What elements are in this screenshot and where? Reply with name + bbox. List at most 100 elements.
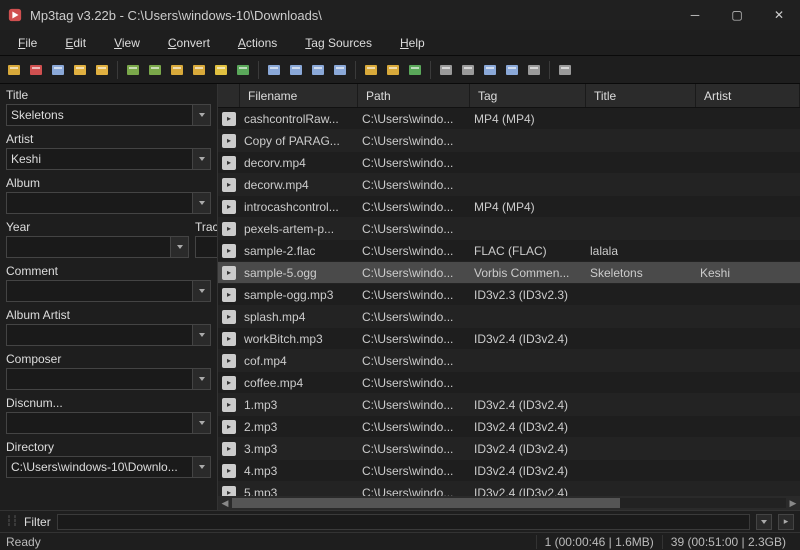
input-album[interactable] bbox=[6, 192, 193, 214]
table-row[interactable]: sample-2.flacC:\Users\windo...FLAC (FLAC… bbox=[218, 240, 800, 262]
window-minimize-button[interactable]: ─ bbox=[674, 0, 716, 30]
col-title[interactable]: Title bbox=[586, 84, 696, 107]
input-comment[interactable] bbox=[6, 280, 193, 302]
table-row[interactable]: introcashcontrol...C:\Users\windo...MP4 … bbox=[218, 196, 800, 218]
table-row[interactable]: 1.mp3C:\Users\windo...ID3v2.4 (ID3v2.4) bbox=[218, 394, 800, 416]
undo-icon[interactable] bbox=[70, 60, 90, 80]
dropdown-directory[interactable] bbox=[193, 456, 211, 478]
col-artist[interactable]: Artist bbox=[696, 84, 800, 107]
table-row[interactable]: 2.mp3C:\Users\windo...ID3v2.4 (ID3v2.4) bbox=[218, 416, 800, 438]
menu-convert[interactable]: Convert bbox=[156, 33, 222, 53]
scroll-track[interactable] bbox=[232, 498, 786, 508]
input-directory[interactable] bbox=[6, 456, 193, 478]
copy-icon[interactable] bbox=[436, 60, 456, 80]
menu-file[interactable]: File bbox=[6, 33, 49, 53]
table-row[interactable]: 4.mp3C:\Users\windo...ID3v2.4 (ID3v2.4) bbox=[218, 460, 800, 482]
cell-title bbox=[586, 139, 696, 143]
dropdown-year[interactable] bbox=[171, 236, 189, 258]
table-row[interactable]: pexels-artem-p...C:\Users\windo... bbox=[218, 218, 800, 240]
remove-tag-icon[interactable] bbox=[524, 60, 544, 80]
filter-grip-icon[interactable]: ┆┆ bbox=[6, 516, 18, 527]
action-quick-icon[interactable] bbox=[383, 60, 403, 80]
cell-tag: ID3v2.4 (ID3v2.4) bbox=[470, 484, 586, 497]
menu-actions[interactable]: Actions bbox=[226, 33, 289, 53]
tag-panel: TitleArtistAlbumYearTrackGenreCommentAlb… bbox=[0, 84, 218, 510]
dropdown-composer[interactable] bbox=[193, 368, 211, 390]
col-path[interactable]: Path bbox=[358, 84, 470, 107]
table-row[interactable]: 3.mp3C:\Users\windo...ID3v2.4 (ID3v2.4) bbox=[218, 438, 800, 460]
autonumber-icon[interactable] bbox=[405, 60, 425, 80]
favorite-icon[interactable] bbox=[211, 60, 231, 80]
dropdown-album[interactable] bbox=[193, 192, 211, 214]
scroll-left-icon[interactable]: ◀ bbox=[218, 496, 232, 510]
table-row[interactable]: splash.mp4C:\Users\windo... bbox=[218, 306, 800, 328]
table-row[interactable]: sample-5.oggC:\Users\windo...Vorbis Comm… bbox=[218, 262, 800, 284]
save-all-icon[interactable] bbox=[145, 60, 165, 80]
file-to-tag-icon[interactable] bbox=[308, 60, 328, 80]
cell-path: C:\Users\windo... bbox=[358, 418, 470, 436]
window-maximize-button[interactable]: ▢ bbox=[716, 0, 758, 30]
dropdown-comment[interactable] bbox=[193, 280, 211, 302]
table-row[interactable]: coffee.mp4C:\Users\windo... bbox=[218, 372, 800, 394]
paste-tag-icon[interactable] bbox=[502, 60, 522, 80]
paste-icon[interactable] bbox=[458, 60, 478, 80]
table-row[interactable]: workBitch.mp3C:\Users\windo...ID3v2.4 (I… bbox=[218, 328, 800, 350]
menu-edit[interactable]: Edit bbox=[53, 33, 98, 53]
cell-filename: cashcontrolRaw... bbox=[240, 110, 358, 128]
dropdown-albumartist[interactable] bbox=[193, 324, 211, 346]
field-title: Title bbox=[6, 88, 211, 126]
cell-filename: workBitch.mp3 bbox=[240, 330, 358, 348]
field-track: Track bbox=[195, 220, 218, 258]
col-icon[interactable] bbox=[218, 84, 240, 107]
table-row[interactable]: 5.mp3C:\Users\windo...ID3v2.4 (ID3v2.4) bbox=[218, 482, 800, 496]
input-composer[interactable] bbox=[6, 368, 193, 390]
playlist-icon[interactable] bbox=[264, 60, 284, 80]
refresh-icon[interactable] bbox=[233, 60, 253, 80]
input-track[interactable] bbox=[195, 236, 218, 258]
actions-icon[interactable] bbox=[361, 60, 381, 80]
col-tag[interactable]: Tag bbox=[470, 84, 586, 107]
menu-tag-sources[interactable]: Tag Sources bbox=[293, 33, 384, 53]
tools-icon[interactable] bbox=[555, 60, 575, 80]
input-artist[interactable] bbox=[6, 148, 193, 170]
cell-filename: decorw.mp4 bbox=[240, 176, 358, 194]
redo-icon[interactable] bbox=[92, 60, 112, 80]
folder-add-icon[interactable] bbox=[189, 60, 209, 80]
input-title[interactable] bbox=[6, 104, 193, 126]
filter-input[interactable] bbox=[57, 514, 750, 530]
table-row[interactable]: decorw.mp4C:\Users\windo... bbox=[218, 174, 800, 196]
copy-tag-icon[interactable] bbox=[480, 60, 500, 80]
table-row[interactable]: cof.mp4C:\Users\windo... bbox=[218, 350, 800, 372]
tag-to-file-icon[interactable] bbox=[286, 60, 306, 80]
cell-icon bbox=[218, 154, 240, 172]
horizontal-scrollbar[interactable]: ◀ ▶ bbox=[218, 496, 800, 510]
text-to-tag-icon[interactable] bbox=[330, 60, 350, 80]
scroll-thumb[interactable] bbox=[232, 498, 620, 508]
field-composer: Composer bbox=[6, 352, 211, 390]
col-filename[interactable]: Filename bbox=[240, 84, 358, 107]
cell-filename: sample-2.flac bbox=[240, 242, 358, 260]
cut-icon[interactable] bbox=[48, 60, 68, 80]
input-discnum[interactable] bbox=[6, 412, 193, 434]
filter-close-button[interactable]: ▸ bbox=[778, 514, 794, 530]
table-row[interactable]: cashcontrolRaw...C:\Users\windo...MP4 (M… bbox=[218, 108, 800, 130]
input-year[interactable] bbox=[6, 236, 171, 258]
table-row[interactable]: Copy of PARAG...C:\Users\windo... bbox=[218, 130, 800, 152]
menu-view[interactable]: View bbox=[102, 33, 152, 53]
table-row[interactable]: sample-ogg.mp3C:\Users\windo...ID3v2.3 (… bbox=[218, 284, 800, 306]
cell-title bbox=[586, 359, 696, 363]
open-folder-icon[interactable] bbox=[4, 60, 24, 80]
filter-dropdown-button[interactable] bbox=[756, 514, 772, 530]
window-close-button[interactable]: ✕ bbox=[758, 0, 800, 30]
table-body[interactable]: cashcontrolRaw...C:\Users\windo...MP4 (M… bbox=[218, 108, 800, 496]
dropdown-discnum[interactable] bbox=[193, 412, 211, 434]
input-albumartist[interactable] bbox=[6, 324, 193, 346]
scroll-right-icon[interactable]: ▶ bbox=[786, 496, 800, 510]
dropdown-title[interactable] bbox=[193, 104, 211, 126]
table-row[interactable]: decorv.mp4C:\Users\windo... bbox=[218, 152, 800, 174]
folder-icon[interactable] bbox=[167, 60, 187, 80]
menu-help[interactable]: Help bbox=[388, 33, 437, 53]
dropdown-artist[interactable] bbox=[193, 148, 211, 170]
delete-icon[interactable] bbox=[26, 60, 46, 80]
save-icon[interactable] bbox=[123, 60, 143, 80]
